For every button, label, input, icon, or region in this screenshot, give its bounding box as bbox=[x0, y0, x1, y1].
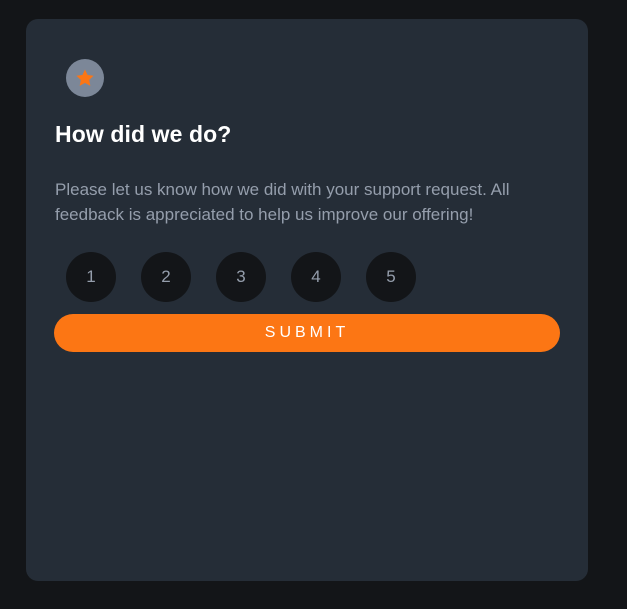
description-text: Please let us know how we did with your … bbox=[55, 180, 510, 224]
submit-button[interactable]: SUBMIT bbox=[54, 314, 560, 352]
page-title: How did we do? bbox=[55, 121, 232, 147]
rating-button-5[interactable]: 5 bbox=[366, 252, 416, 302]
rating-card: How did we do? Please let us know how we… bbox=[26, 19, 588, 581]
rating-button-3[interactable]: 3 bbox=[216, 252, 266, 302]
rating-options: 1 2 3 4 5 bbox=[66, 252, 416, 302]
star-icon bbox=[76, 69, 94, 86]
rating-button-2[interactable]: 2 bbox=[141, 252, 191, 302]
star-badge bbox=[66, 59, 104, 97]
rating-button-1[interactable]: 1 bbox=[66, 252, 116, 302]
rating-button-4[interactable]: 4 bbox=[291, 252, 341, 302]
